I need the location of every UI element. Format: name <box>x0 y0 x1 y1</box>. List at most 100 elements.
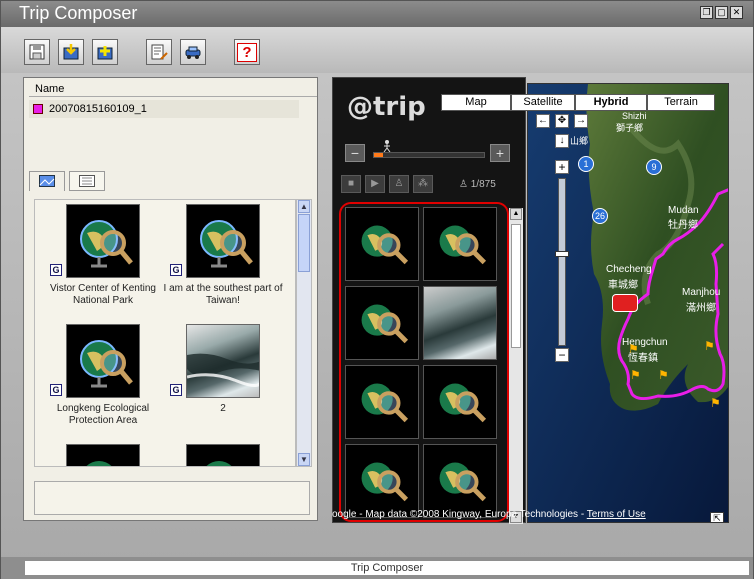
walker-icon <box>383 140 391 152</box>
pan-right-icon[interactable]: → <box>574 114 588 128</box>
thumbnail-item[interactable]: G Longkeng Ecological Protection Area <box>43 324 163 427</box>
track-color-swatch <box>33 104 43 114</box>
app-window: Trip Composer ❐ ▢ ✕ ? Name 2007081516010… <box>0 0 754 579</box>
map-label: 獅子鄉 <box>616 123 644 133</box>
tab-thumbnails[interactable] <box>29 171 65 191</box>
media-thumb-photo[interactable] <box>423 286 497 360</box>
car-position-icon <box>612 294 638 312</box>
globe-search-icon <box>206 461 232 466</box>
geo-badge: G <box>50 384 62 396</box>
pan-center-icon[interactable]: ✥ <box>555 114 569 128</box>
thumbnail-image <box>66 324 140 398</box>
road-marker: 26 <box>592 208 608 224</box>
flag-icon[interactable]: ⚑ <box>658 368 669 382</box>
add-photo-button[interactable] <box>92 39 118 65</box>
walker-icon: ♙ <box>459 179 468 190</box>
player-panel: @trip − + ■ ▶ ♙ ⁂ ♙ 1/875 ▲ ▼ <box>332 77 526 524</box>
thumbnail-item[interactable] <box>163 444 283 466</box>
flag-icon[interactable]: ⚑ <box>704 339 715 353</box>
media-scrollbar[interactable]: ▲ ▼ <box>509 208 523 524</box>
scrollbar-thumb[interactable] <box>511 224 521 348</box>
track-list-header[interactable]: Name <box>29 83 317 97</box>
media-thumb[interactable] <box>345 365 419 439</box>
map-type-satellite[interactable]: Satellite <box>511 94 575 111</box>
zoom-out-button[interactable]: − <box>555 348 569 362</box>
globe-search-icon <box>439 462 487 502</box>
map-label: 山鄉 <box>570 136 589 146</box>
flag-icon[interactable]: ⚑ <box>628 342 639 356</box>
import-button[interactable] <box>58 39 84 65</box>
list-icon <box>79 175 95 187</box>
pan-left-icon[interactable]: ← <box>536 114 550 128</box>
speed-minus-button[interactable]: − <box>345 144 365 162</box>
thumbnail-image <box>66 444 140 466</box>
map-view[interactable]: Shizhi 獅子鄉 山鄉 Mudan 牡丹鄉 Checheng 車城鄉 Man… <box>527 83 729 523</box>
scroll-up-icon[interactable]: ▲ <box>298 200 310 213</box>
title-bar: Trip Composer ❐ ▢ ✕ <box>1 1 753 27</box>
save-button[interactable] <box>24 39 50 65</box>
media-thumb[interactable] <box>423 207 497 281</box>
restore-icon[interactable]: ❐ <box>700 6 713 19</box>
thumbnail-scrollbar[interactable]: ▲ ▼ <box>296 199 312 467</box>
info-box <box>34 481 310 515</box>
speed-slider[interactable] <box>373 152 485 158</box>
thumbnail-item[interactable]: G Vistor Center of Kenting National Park <box>43 204 163 307</box>
map-type-hybrid[interactable]: Hybrid <box>575 94 647 111</box>
map-label: Checheng <box>606 264 652 275</box>
stop-icon: ■ <box>347 178 355 189</box>
map-label: 滿州鄉 <box>686 303 716 314</box>
trip-logo: @trip <box>347 92 426 122</box>
media-selection <box>339 202 509 522</box>
globe-search-icon <box>86 461 112 466</box>
globe-search-icon <box>439 225 487 265</box>
zoom-slider[interactable] <box>555 178 569 346</box>
track-item[interactable]: 20070815160109_1 <box>29 100 299 118</box>
photo-counter: ♙ 1/875 <box>459 179 496 190</box>
map-credit: oogle - Map data ©2008 Kingway, Europa T… <box>332 509 727 523</box>
media-thumb[interactable] <box>423 444 497 518</box>
thumbnail-caption: 2 <box>220 403 226 414</box>
help-button[interactable]: ? <box>234 39 260 65</box>
tab-list[interactable] <box>69 171 105 191</box>
map-label: Shizhi <box>622 111 647 121</box>
track-name: 20070815160109_1 <box>49 103 147 115</box>
zoom-in-button[interactable]: + <box>555 160 569 174</box>
scrollbar-thumb[interactable] <box>298 214 310 272</box>
thumbnail-item[interactable] <box>43 444 163 466</box>
edit-notes-button[interactable] <box>146 39 172 65</box>
picture-icon <box>39 175 55 187</box>
counter-text: 1/875 <box>470 179 496 190</box>
drive-button[interactable] <box>180 39 206 65</box>
pan-down-icon[interactable]: ↓ <box>555 134 569 148</box>
flag-icon[interactable]: ⚑ <box>630 368 641 382</box>
media-thumb[interactable] <box>423 365 497 439</box>
thumbnail-caption: Longkeng Ecological Protection Area <box>56 403 150 426</box>
map-type-terrain[interactable]: Terrain <box>647 94 715 111</box>
scroll-up-icon[interactable]: ▲ <box>510 208 522 220</box>
speed-plus-button[interactable]: + <box>490 144 510 162</box>
flag-icon[interactable]: ⚑ <box>710 396 721 410</box>
road-marker: 9 <box>646 159 662 175</box>
scroll-down-icon[interactable]: ▼ <box>298 453 310 466</box>
maximize-icon[interactable]: ▢ <box>715 6 728 19</box>
thumbnail-image <box>186 444 260 466</box>
play-icon: ▶ <box>371 178 379 189</box>
group-mode-button[interactable]: ⁂ <box>413 175 433 193</box>
walk-mode-button[interactable]: ♙ <box>389 175 409 193</box>
map-label: 牡丹鄉 <box>668 220 698 231</box>
thumbnail-item[interactable]: G I am at the southest part of Taiwan! <box>163 204 283 307</box>
close-icon[interactable]: ✕ <box>730 6 743 19</box>
media-thumb[interactable] <box>345 286 419 360</box>
media-thumb[interactable] <box>345 444 419 518</box>
terms-of-use-link[interactable]: Terms of Use <box>587 509 646 520</box>
map-type-map[interactable]: Map <box>441 94 511 111</box>
stop-button[interactable]: ■ <box>341 175 361 193</box>
media-thumb[interactable] <box>345 207 419 281</box>
thumbnail-image <box>186 324 260 398</box>
thumbnail-item[interactable]: G 2 <box>163 324 283 415</box>
zoom-slider-thumb[interactable] <box>555 251 569 257</box>
thumbnail-image <box>66 204 140 278</box>
thumbnail-image <box>186 204 260 278</box>
play-button[interactable]: ▶ <box>365 175 385 193</box>
geo-badge: G <box>50 264 62 276</box>
